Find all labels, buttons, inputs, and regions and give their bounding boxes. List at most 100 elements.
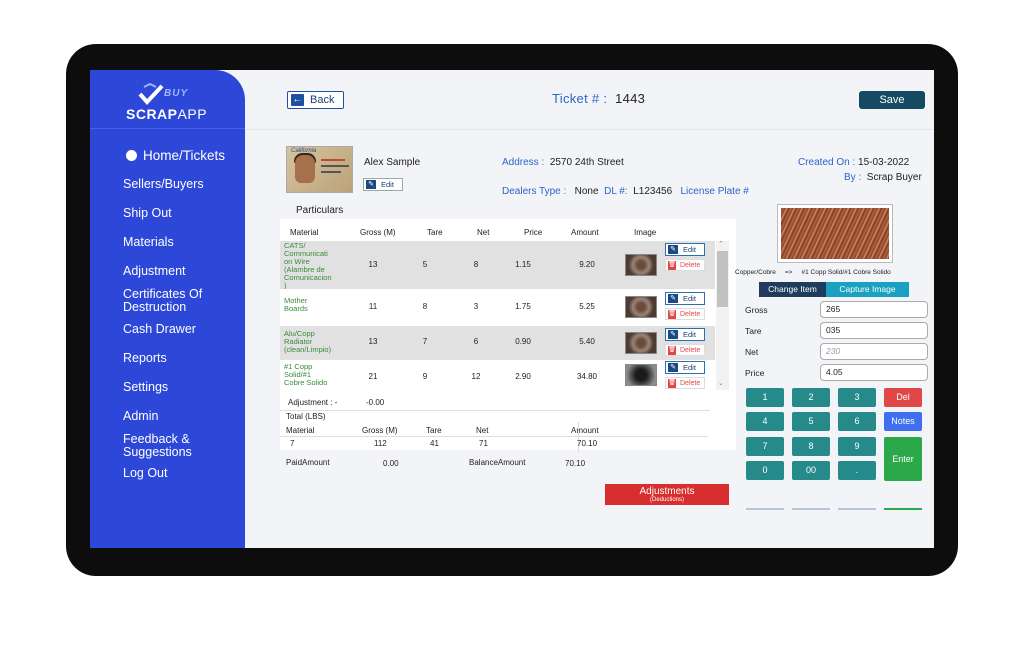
row-price: 1.75 [515, 302, 531, 311]
logo-check-icon [138, 83, 164, 105]
header-image: Image [634, 228, 657, 237]
adjustment-label: Adjustment : - [288, 398, 338, 407]
keypad-3[interactable]: 3 [838, 388, 876, 407]
row-item-thumbnail[interactable] [625, 364, 657, 386]
capture-image-button[interactable]: Capture Image [826, 282, 909, 297]
row-delete-button[interactable]: 🗑 Delete [665, 308, 705, 320]
row-amount: 34.80 [576, 372, 598, 381]
keypad-0[interactable]: 0 [746, 461, 784, 480]
customer-address: Address : 2570 24th Street [502, 157, 624, 168]
keypad-00[interactable]: 00 [792, 461, 830, 480]
row-net: 3 [473, 302, 479, 311]
sidebar-item-sellers-buyers[interactable]: Sellers/Buyers [123, 178, 204, 191]
net-input[interactable]: 230 [820, 343, 928, 360]
row-delete-button[interactable]: 🗑 Delete [665, 377, 705, 389]
gross-label: Gross [745, 305, 768, 315]
gross-input[interactable]: 265 [820, 301, 928, 318]
row-edit-button[interactable]: ✎ Edit [665, 243, 705, 256]
row-material: Mother Boards [284, 296, 308, 313]
keypad-7[interactable]: 7 [746, 437, 784, 456]
keypad-enter-button[interactable]: Enter [884, 437, 922, 481]
header-material: Material [290, 228, 319, 237]
keypad-5[interactable]: 5 [792, 412, 830, 431]
change-item-button[interactable]: Change Item [759, 282, 826, 297]
logo-text-buy: BUY [164, 88, 189, 99]
row-tare: 8 [422, 302, 428, 311]
header-divider [245, 129, 934, 130]
row-amount: 5.40 [579, 337, 595, 346]
row-material: Alu/Copp Radiator (clean/Limpio) [284, 329, 332, 354]
scroll-down-icon[interactable]: ⌄ [718, 379, 724, 387]
row-amount: 9.20 [579, 260, 595, 269]
keypad-4[interactable]: 4 [746, 412, 784, 431]
total-header-amount: Amount [571, 426, 599, 435]
keypad-dot[interactable]: . [838, 461, 876, 480]
tare-input[interactable]: 035 [820, 322, 928, 339]
adjustments-button[interactable]: Adjustments (Deductions) [605, 484, 729, 505]
keypad-notes-button[interactable]: Notes [884, 412, 922, 431]
table-row[interactable]: CATS/ Communicati on Wire (Alambre de Co… [280, 241, 715, 290]
trash-icon: 🗑 [668, 345, 676, 355]
sidebar-item-admin[interactable]: Admin [123, 410, 158, 423]
bottom-tab-indicator [838, 508, 876, 510]
header-net: Net [477, 228, 490, 237]
total-header-gross: Gross (M) [362, 426, 398, 435]
sidebar-item-certificates[interactable]: Certificates Of Destruction [123, 288, 202, 314]
back-button[interactable]: ← Back [287, 91, 344, 109]
keypad-8[interactable]: 8 [792, 437, 830, 456]
customer-name: Alex Sample [364, 157, 421, 168]
created-on: Created On : 15-03-2022 [798, 157, 910, 168]
row-material: #1 Copp Solid/#1 Cobre Solido [284, 362, 328, 387]
row-edit-button[interactable]: ✎ Edit [665, 328, 705, 341]
sidebar-item-materials[interactable]: Materials [123, 236, 174, 249]
sidebar-item-log-out[interactable]: Log Out [123, 467, 167, 480]
table-row[interactable]: Alu/Copp Radiator (clean/Limpio) 13 7 6 … [280, 326, 715, 360]
price-input[interactable]: 4.05 [820, 364, 928, 381]
bottom-tab-indicator [746, 508, 784, 510]
save-button[interactable]: Save [859, 91, 925, 109]
keypad-del-button[interactable]: Del [884, 388, 922, 407]
row-delete-button[interactable]: 🗑 Delete [665, 344, 705, 356]
sidebar-item-adjustment[interactable]: Adjustment [123, 265, 186, 278]
bottom-tab-indicator [884, 508, 922, 510]
total-amount: 70.10 [577, 439, 598, 448]
row-tare: 5 [422, 260, 428, 269]
scroll-up-icon[interactable]: ⌃ [718, 240, 724, 248]
sidebar-item-settings[interactable]: Settings [123, 381, 168, 394]
sidebar-item-ship-out[interactable]: Ship Out [123, 207, 172, 220]
particulars-title: Particulars [296, 205, 344, 216]
sidebar-item-reports[interactable]: Reports [123, 352, 167, 365]
keypad-1[interactable]: 1 [746, 388, 784, 407]
row-tare: 9 [422, 372, 428, 381]
row-item-thumbnail[interactable] [625, 254, 657, 276]
total-material: 7 [290, 439, 295, 448]
balance-amount-label: BalanceAmount [469, 458, 526, 467]
table-row[interactable]: Mother Boards 11 8 3 1.75 5.25 ✎ Edit 🗑 De… [280, 289, 715, 326]
keypad-2[interactable]: 2 [792, 388, 830, 407]
app-logo: BUY SCRAPAPP [124, 80, 214, 124]
customer-dealer-info: Dealers Type : None DL #: L123456 Licens… [502, 186, 749, 197]
pencil-icon: ✎ [366, 180, 376, 189]
table-scrollbar-thumb[interactable] [717, 251, 728, 307]
table-row[interactable]: #1 Copp Solid/#1 Cobre Solido 21 9 12 2.… [280, 360, 715, 390]
header-tare: Tare [427, 228, 443, 237]
trash-icon: 🗑 [668, 309, 676, 319]
keypad-9[interactable]: 9 [838, 437, 876, 456]
row-edit-button[interactable]: ✎ Edit [665, 292, 705, 305]
pencil-icon: ✎ [668, 245, 678, 254]
sidebar-item-feedback[interactable]: Feedback & Suggestions [123, 433, 192, 459]
row-item-thumbnail[interactable] [625, 296, 657, 318]
pencil-icon: ✎ [668, 294, 678, 303]
row-edit-button[interactable]: ✎ Edit [665, 361, 705, 374]
keypad-6[interactable]: 6 [838, 412, 876, 431]
item-image-preview [777, 204, 893, 263]
row-delete-button[interactable]: 🗑 Delete [665, 259, 705, 271]
sidebar-item-cash-drawer[interactable]: Cash Drawer [123, 323, 196, 336]
row-net: 12 [471, 372, 481, 381]
edit-customer-button[interactable]: ✎ Edit [363, 178, 403, 191]
sidebar-item-home-tickets[interactable]: Home/Tickets [126, 149, 225, 162]
row-item-thumbnail[interactable] [625, 332, 657, 354]
row-amount: 5.25 [579, 302, 595, 311]
row-gross: 13 [368, 260, 378, 269]
app-screen: BUY SCRAPAPP Home/Tickets Sellers/Buyers… [90, 70, 934, 548]
